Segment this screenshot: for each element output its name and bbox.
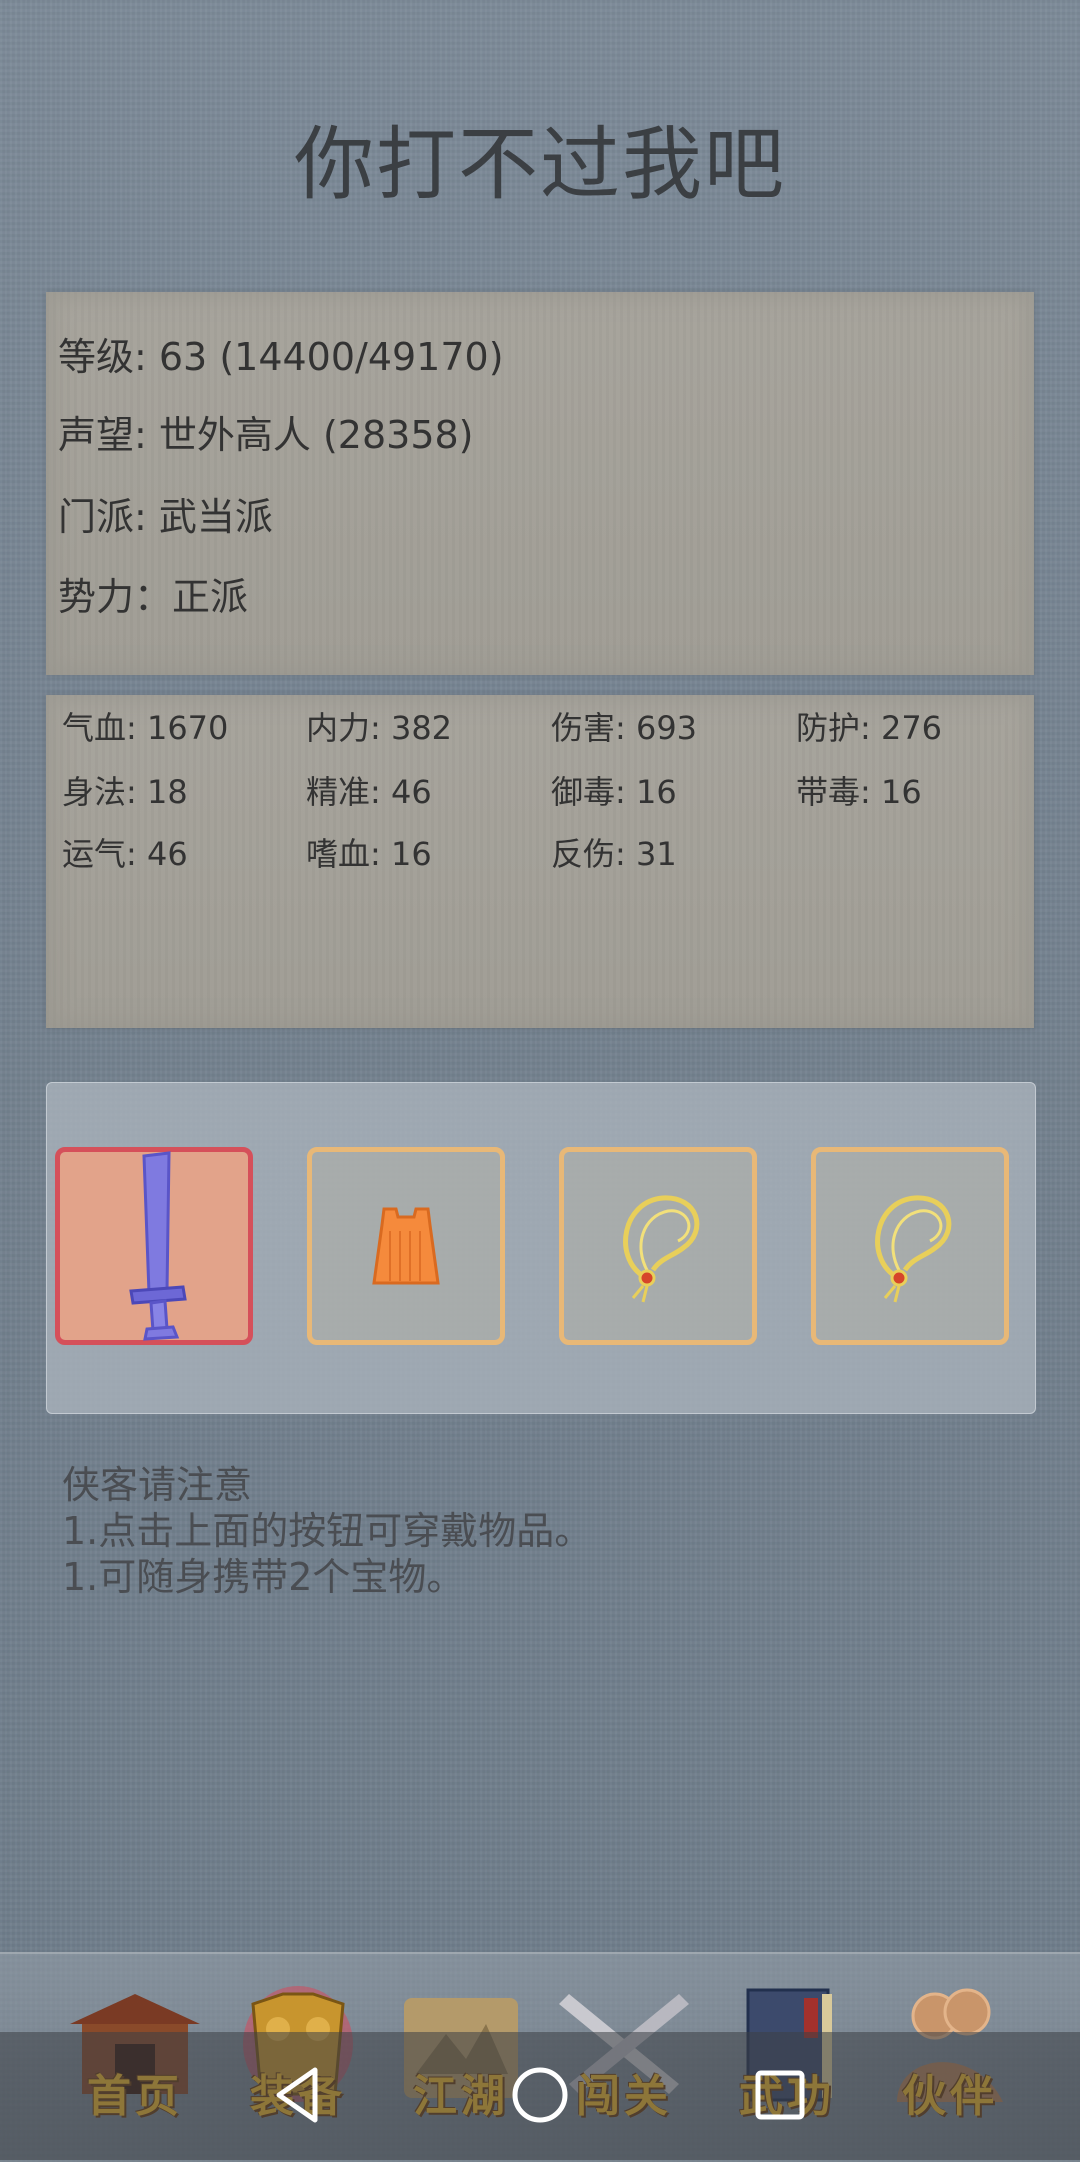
home-circle-icon[interactable] <box>505 2060 575 2130</box>
recents-square-icon[interactable] <box>745 2060 815 2130</box>
system-nav-bar <box>0 2032 1080 2160</box>
faction-text: 势力：正派 <box>58 575 249 619</box>
notice-line-2: 1.可随身携带2个宝物。 <box>62 1555 465 1599</box>
equip-slot-treasure-1[interactable] <box>559 1147 757 1345</box>
notice-heading: 侠客请注意 <box>62 1463 253 1507</box>
equip-slot-weapon[interactable] <box>55 1147 253 1345</box>
necklace-icon <box>875 1195 952 1303</box>
notice-line-1: 1.点击上面的按钮可穿戴物品。 <box>62 1509 593 1553</box>
notice-block: 侠客请注意 1.点击上面的按钮可穿戴物品。 1.可随身携带2个宝物。 <box>62 1462 592 1600</box>
back-icon[interactable] <box>263 2060 333 2130</box>
stat-inner-power: 内力: 382 <box>306 709 453 747</box>
level-text: 等级: 63 (14400/49170) <box>58 335 504 379</box>
page-title: 你打不过我吧 <box>294 118 786 211</box>
stat-lifesteal: 嗜血: 16 <box>306 835 432 873</box>
armor-icon <box>372 1207 440 1285</box>
stat-accuracy: 精准: 46 <box>306 773 432 811</box>
stat-agility: 身法: 18 <box>62 773 188 811</box>
stat-hp: 气血: 1670 <box>62 709 229 747</box>
stats-panel: 气血: 1670 内力: 382 伤害: 693 防护: 276 身法: 18 … <box>46 695 1034 1028</box>
stat-reflect: 反伤: 31 <box>551 835 677 873</box>
necklace-icon <box>623 1195 700 1303</box>
stat-poison: 带毒: 16 <box>796 773 922 811</box>
stat-luck: 运气: 46 <box>62 835 188 873</box>
sword-icon <box>129 1151 187 1341</box>
profile-panel: 等级: 63 (14400/49170) 声望: 世外高人 (28358) 门派… <box>46 292 1034 675</box>
equip-slot-armor[interactable] <box>307 1147 505 1345</box>
sect-text: 门派: 武当派 <box>58 495 273 539</box>
equip-slot-treasure-2[interactable] <box>811 1147 1009 1345</box>
reputation-text: 声望: 世外高人 (28358) <box>58 413 474 457</box>
stat-defense: 防护: 276 <box>796 709 943 747</box>
stat-damage: 伤害: 693 <box>551 709 698 747</box>
equipment-panel <box>46 1082 1036 1414</box>
stat-poison-resist: 御毒: 16 <box>551 773 677 811</box>
